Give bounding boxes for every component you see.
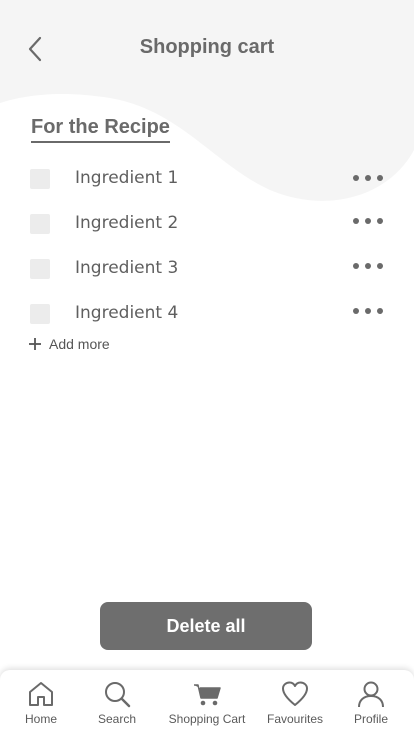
ingredient-checkbox[interactable] [30, 169, 50, 189]
search-icon [105, 682, 131, 708]
tab-favourites[interactable]: Favourites [255, 670, 335, 736]
more-icon [353, 308, 383, 314]
page-title: Shopping cart [139, 36, 275, 58]
more-options-button[interactable] [350, 211, 386, 235]
ingredient-label: Ingredient 1 [75, 168, 179, 188]
section-title: For the Recipe [31, 116, 170, 143]
tab-home[interactable]: Home [1, 670, 81, 736]
more-options-button[interactable] [350, 301, 386, 325]
plus-icon [29, 338, 41, 350]
tab-shopping-cart[interactable]: Shopping Cart [167, 670, 247, 736]
more-options-button[interactable] [350, 166, 386, 190]
tab-label: Search [97, 712, 137, 726]
more-icon [353, 175, 383, 181]
more-icon [353, 218, 383, 224]
ingredient-checkbox[interactable] [30, 304, 50, 324]
ingredient-list: Ingredient 1 Ingredient 2 Ingredient 3 I… [0, 156, 414, 336]
bottom-tab-bar: Home Search Shopping Cart Favourites Pro… [0, 670, 414, 736]
user-icon [358, 681, 384, 708]
list-item: Ingredient 3 [0, 246, 414, 291]
ingredient-label: Ingredient 3 [75, 258, 179, 278]
delete-all-button[interactable]: Delete all [100, 602, 312, 650]
header: Shopping cart [0, 0, 414, 96]
more-options-button[interactable] [350, 256, 386, 280]
ingredient-checkbox[interactable] [30, 214, 50, 234]
tab-label: Profile [353, 712, 388, 726]
home-icon [29, 682, 53, 706]
add-more-label: Add more [49, 336, 110, 352]
tab-search[interactable]: Search [77, 670, 157, 736]
list-item: Ingredient 2 [0, 201, 414, 246]
ingredient-label: Ingredient 2 [75, 213, 179, 233]
tab-label: Shopping Cart [168, 712, 246, 726]
heart-icon [282, 681, 308, 706]
cart-icon [194, 684, 221, 706]
tab-profile[interactable]: Profile [331, 670, 411, 736]
more-icon [353, 263, 383, 269]
ingredient-label: Ingredient 4 [75, 303, 179, 323]
list-item: Ingredient 1 [0, 156, 414, 201]
ingredient-checkbox[interactable] [30, 259, 50, 279]
list-item: Ingredient 4 [0, 291, 414, 336]
